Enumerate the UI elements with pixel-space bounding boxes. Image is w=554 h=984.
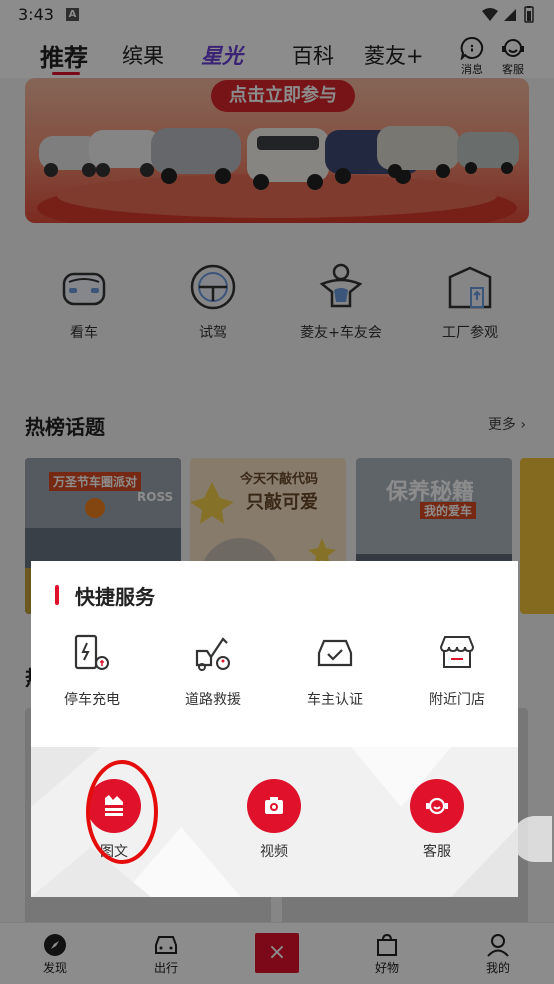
camera-icon xyxy=(265,797,283,814)
panel-title: 快捷服务 xyxy=(75,585,155,609)
service-label: 停车充电 xyxy=(64,692,120,708)
service-label: 车主认证 xyxy=(307,692,363,708)
store-icon xyxy=(439,636,475,668)
action-label: 客服 xyxy=(423,844,451,860)
service-road-rescue[interactable]: 道路救援 xyxy=(158,633,268,709)
service-nearby-stores[interactable]: 附近门店 xyxy=(402,633,512,709)
verified-car-icon xyxy=(317,639,353,667)
title-accent-bar xyxy=(55,585,59,605)
service-parking-charging[interactable]: 停车充电 xyxy=(37,633,147,709)
action-label: 视频 xyxy=(260,844,288,860)
service-owner-verification[interactable]: 车主认证 xyxy=(280,633,390,709)
side-float-button[interactable] xyxy=(512,816,552,862)
post-service-button[interactable]: 客服 xyxy=(387,779,487,861)
customer-service-icon xyxy=(426,797,448,815)
service-label: 道路救援 xyxy=(185,692,241,708)
action-circle xyxy=(247,779,301,833)
charging-station-icon xyxy=(74,634,109,670)
service-label: 附近门店 xyxy=(429,692,485,708)
action-circle xyxy=(410,779,464,833)
tow-truck-icon xyxy=(195,637,230,671)
highlight-annotation xyxy=(86,760,158,864)
post-video-button[interactable]: 视频 xyxy=(224,779,324,861)
